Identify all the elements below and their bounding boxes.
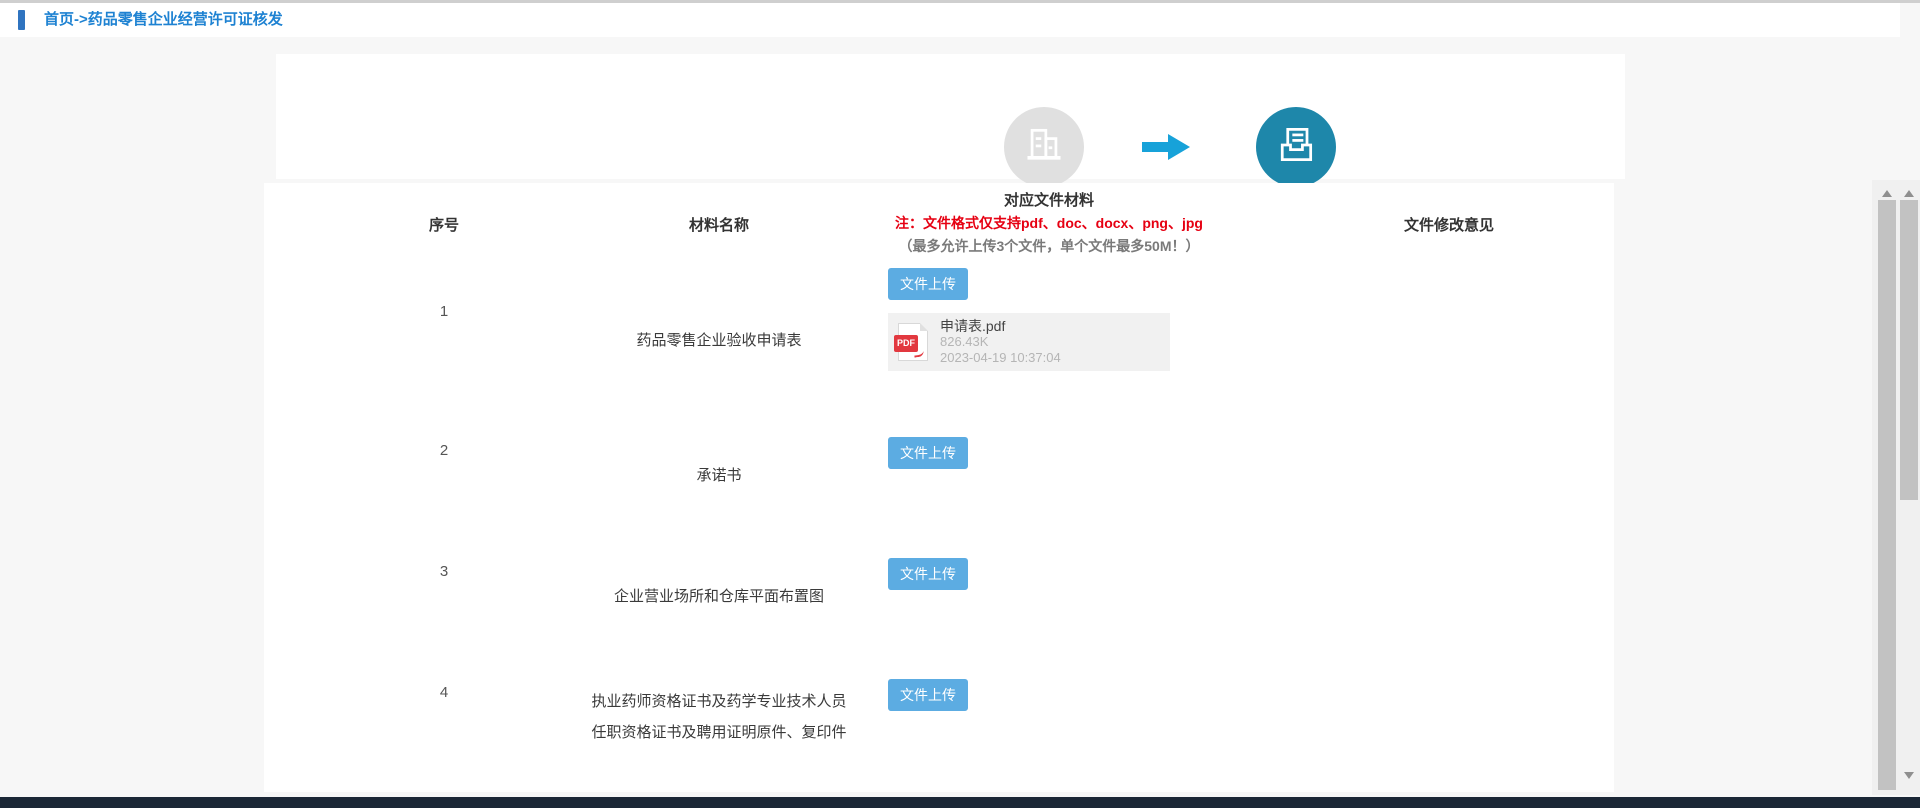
row-files-cell: 文件上传 [814, 434, 1284, 555]
header-material-name: 材料名称 [689, 214, 749, 235]
scroll-up-icon[interactable] [1904, 190, 1914, 197]
row-modification-opinion [1284, 555, 1614, 676]
building-icon [1022, 123, 1066, 172]
header-files-title: 对应文件材料 [895, 190, 1203, 212]
scrollbar-track-outer[interactable] [1900, 180, 1918, 795]
bottom-bar [0, 797, 1920, 808]
row-material-name: 药品零售企业验收申请表 [636, 265, 801, 356]
table-row: 3 企业营业场所和仓库平面布置图 文件上传 [264, 555, 1614, 676]
header-modification-opinion: 文件修改意见 [1404, 214, 1494, 235]
header-serial-number: 序号 [429, 214, 459, 235]
scroll-down-icon[interactable] [1904, 772, 1914, 779]
row-modification-opinion [1284, 265, 1614, 434]
table-row: 4 执业药师资格证书及药学专业技术人员 任职资格证书及聘用证明原件、复印件 文件… [264, 676, 1614, 792]
upload-file-button[interactable]: 文件上传 [888, 268, 968, 300]
step-basic-info[interactable] [1004, 107, 1084, 187]
scrollbar-gutter [1872, 180, 1920, 795]
scrollbar-thumb-inner[interactable] [1878, 200, 1896, 790]
table-row: 2 承诺书 文件上传 [264, 434, 1614, 555]
step-application-materials[interactable] [1256, 107, 1336, 187]
row-modification-opinion [1284, 434, 1614, 555]
table-row: 1 药品零售企业验收申请表 文件上传 PDF 申请表.pdf 826.43K 2… [264, 265, 1614, 434]
header-files-format-note: 注：文件格式仅支持pdf、doc、docx、png、jpg [895, 212, 1203, 235]
breadcrumb[interactable]: 首页->药品零售企业经营许可证核发 [44, 3, 283, 37]
file-list: PDF 申请表.pdf 826.43K 2023-04-19 10:37:04 [888, 313, 1284, 371]
row-serial-number: 4 [440, 676, 448, 701]
pdf-icon-curl [914, 350, 925, 357]
row-material-name: 执业药师资格证书及药学专业技术人员 任职资格证书及聘用证明原件、复印件 [592, 676, 847, 748]
row-material-name: 承诺书 [696, 434, 741, 491]
materials-table: 序号 材料名称 对应文件材料 注：文件格式仅支持pdf、doc、docx、png… [264, 183, 1614, 792]
breadcrumb-accent-bar [18, 10, 25, 30]
scrollbar-thumb-outer[interactable] [1900, 200, 1918, 500]
step-arrow-icon [1142, 134, 1190, 160]
table-rows: 1 药品零售企业验收申请表 文件上传 PDF 申请表.pdf 826.43K 2… [264, 265, 1614, 792]
steps-panel: 基本信息 申请材料 [276, 54, 1625, 179]
scrollbar-track-inner[interactable] [1878, 180, 1896, 795]
row-files-cell: 文件上传 [814, 676, 1284, 792]
file-size: 826.43K [940, 334, 1061, 350]
upload-file-button[interactable]: 文件上传 [888, 558, 968, 590]
breadcrumb-bar: 首页->药品零售企业经营许可证核发 [0, 3, 1900, 37]
row-serial-number: 1 [440, 265, 448, 320]
file-name: 申请表.pdf [940, 318, 1061, 334]
header-corresponding-files: 对应文件材料 注：文件格式仅支持pdf、doc、docx、png、jpg （最多… [895, 190, 1203, 258]
archive-document-icon [1274, 123, 1318, 172]
upload-file-button[interactable]: 文件上传 [888, 679, 968, 711]
row-files-cell: 文件上传 PDF 申请表.pdf 826.43K 2023-04-19 10:3… [814, 265, 1284, 434]
header-files-limit-note: （最多允许上传3个文件，单个文件最多50M！） [895, 235, 1203, 258]
table-header-row: 序号 材料名称 对应文件材料 注：文件格式仅支持pdf、doc、docx、png… [264, 183, 1614, 265]
row-modification-opinion [1284, 676, 1614, 792]
upload-file-button[interactable]: 文件上传 [888, 437, 968, 469]
scroll-up-icon[interactable] [1882, 190, 1892, 197]
file-upload-time: 2023-04-19 10:37:04 [940, 350, 1061, 366]
file-meta: 申请表.pdf 826.43K 2023-04-19 10:37:04 [940, 318, 1061, 366]
row-serial-number: 3 [440, 555, 448, 580]
row-files-cell: 文件上传 [814, 555, 1284, 676]
uploaded-file-item[interactable]: PDF 申请表.pdf 826.43K 2023-04-19 10:37:04 [888, 313, 1170, 371]
row-material-name: 企业营业场所和仓库平面布置图 [614, 555, 824, 612]
row-serial-number: 2 [440, 434, 448, 459]
pdf-file-icon: PDF [898, 323, 928, 361]
